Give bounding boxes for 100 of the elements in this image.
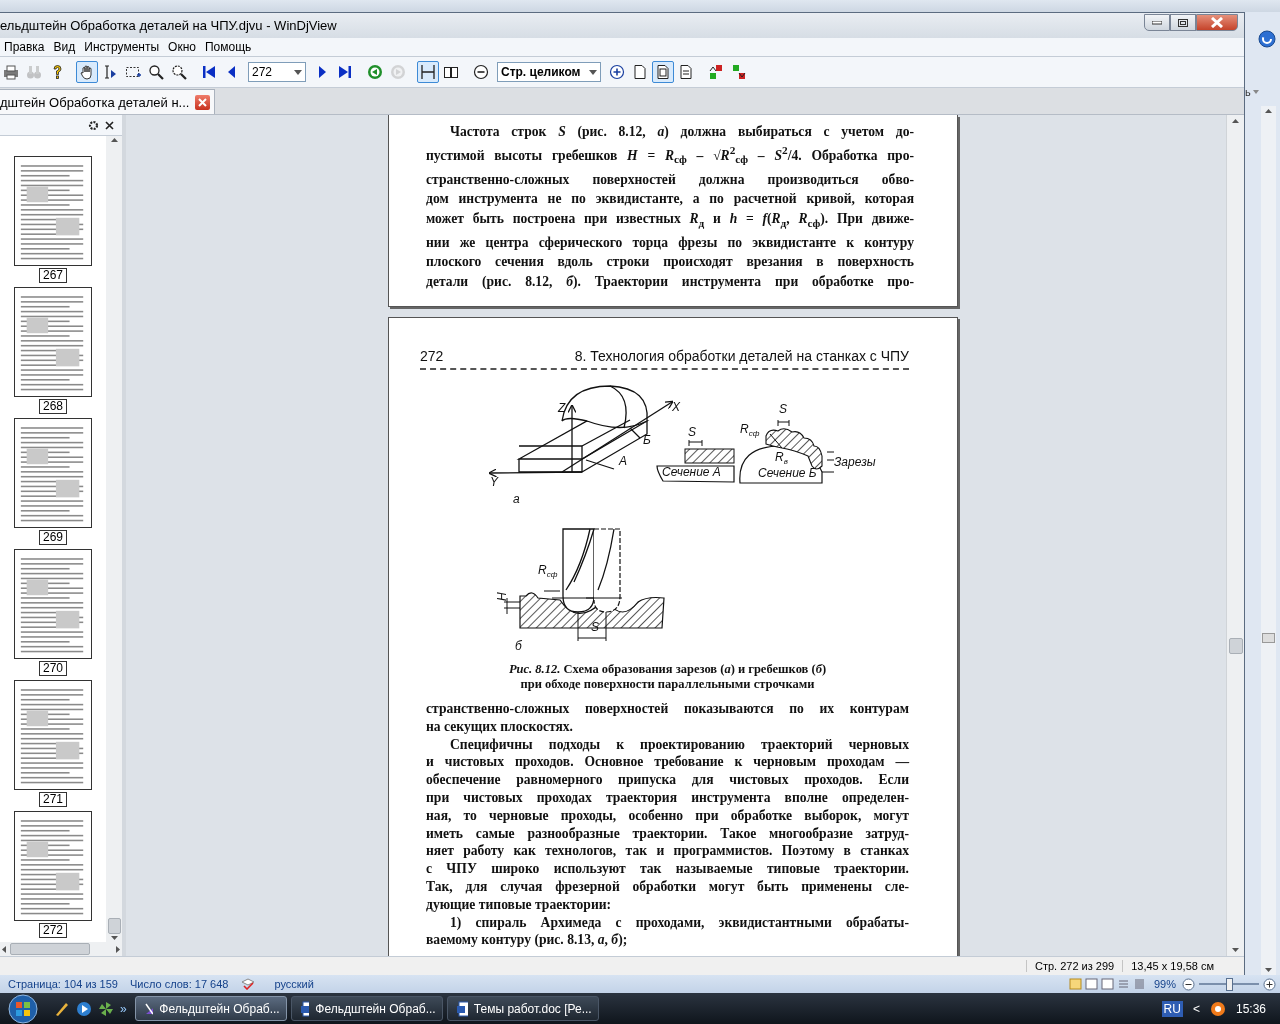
scrollbar-thumb[interactable]: [107, 918, 121, 934]
zoom-dropdown[interactable]: Стр. целиком: [497, 62, 601, 82]
menu-item[interactable]: Инструменты: [80, 40, 164, 54]
more-icon[interactable]: »: [120, 1001, 127, 1016]
page-thumbnail[interactable]: [14, 287, 92, 397]
toolbar-button[interactable]: [417, 61, 439, 83]
scroll-right-icon[interactable]: [116, 945, 120, 953]
hand-icon: [79, 64, 95, 80]
maximize-button[interactable]: [1170, 14, 1196, 31]
proofing-icon[interactable]: [240, 978, 257, 990]
paragraph: 1) спираль Архимеда с проходами, эквидистантными обрабаты- ваемому контуру (рис. 8.13, а, б);: [426, 913, 909, 950]
page-number: 271: [39, 792, 67, 807]
pinwheel-icon[interactable]: [98, 1000, 114, 1017]
language-indicator[interactable]: RU: [1161, 1000, 1183, 1017]
page-count[interactable]: Страница: 104 из 159: [8, 978, 130, 990]
taskbar-button[interactable]: Фельдштейн Обраб...: [290, 996, 443, 1021]
paragraph: Специфичны подходы к проектированию траекторий черновых и чистовых проходов. Основное требование к черновым проходам — обеспечение равномерного припуска для чистовых проходов. Если при чистовых проходах траектория инструмента вполне определен- ная, то черновые проходы, особенно при обработке выборок, могут иметь самые разнообразные траектории. Такое многообразие затруд- няет работу как технологов, так и программистов. Поэтому в станках с ЧПУ широко используют так называемые типовые траектории. Так, для случая фрезерной обработки могут быть применены сле- дующие типовые траектории:: [426, 735, 909, 914]
close-button[interactable]: [1196, 14, 1238, 31]
taskbar-button[interactable]: Темы работ.doc [Ре...: [446, 996, 599, 1021]
menu-item[interactable]: Помощь: [201, 40, 256, 54]
caret-icon: [1252, 90, 1259, 94]
tray-expand[interactable]: <: [1192, 1001, 1200, 1016]
page-number: 272: [39, 923, 67, 938]
toolbar-button[interactable]: [652, 61, 674, 83]
media-player-icon[interactable]: [76, 1000, 92, 1017]
figure-label: S: [779, 402, 787, 416]
language-label[interactable]: русский: [274, 978, 326, 990]
paragraph: Частота строк S (рис. 8.12, а) должна выбираться с учетом до- пустимой высоты гребешков H = R$_{сф}$ – √R$^{2}$$_{сф}$ – S$^{2}$/4. Обработка про- странственно-сложных поверхностей должна производиться обво- дом инструмента не по эквидистанте, а по расчетной кривой, которая может быть построена при известных R$_{д}$ и h = f(R$_{д}$, R$_{сф}$). При движе- нии же центра сферического торца фрезы по эквидистанте к контуру плоского сечения вдоль строки происходят врезания в поверхность детали (рис. 8.12, б). Траектории инструмента при обработке про-: [426, 123, 914, 291]
page-thumbnail[interactable]: [14, 418, 92, 528]
figure-label: Y: [490, 475, 498, 489]
page-number: 270: [39, 661, 67, 676]
zoom-in-icon[interactable]: [1263, 977, 1276, 991]
figure-label: S: [591, 620, 599, 634]
close-icon: [1210, 17, 1224, 28]
scroll-down-icon[interactable]: [110, 936, 118, 940]
ribbon-label[interactable]: ь: [1245, 86, 1251, 98]
fit-width-icon: [678, 64, 694, 80]
figure-label: H: [495, 592, 509, 601]
window-title: ельдштейн Обработка деталей на ЧПУ.djvu - WinDjView: [0, 18, 338, 33]
page-icon: [632, 64, 648, 80]
figure-label: б: [515, 639, 522, 653]
figure-label: Сечение Б: [758, 466, 817, 480]
fit-page-icon: [655, 64, 671, 80]
page-thumbnail[interactable]: [14, 680, 92, 790]
scroll-left-icon[interactable]: [2, 945, 6, 953]
figure-caption: Рис. 8.12. Схема образования зарезов (а) и гребешков (б) при обходе поверхности параллельными строчками: [507, 662, 828, 692]
scroll-up-icon[interactable]: [110, 138, 118, 142]
scroll-down-icon[interactable]: [1265, 968, 1272, 972]
page-thumbnail[interactable]: [14, 156, 92, 266]
menu-item[interactable]: Правка: [0, 40, 49, 54]
pen-icon[interactable]: [54, 1000, 70, 1017]
zoom-in-icon: [609, 64, 625, 80]
scrollbar-thumb[interactable]: [10, 943, 90, 955]
figure-label: A: [619, 454, 627, 468]
slider-thumb[interactable]: [1226, 977, 1233, 991]
reading-layout-icon[interactable]: [1084, 978, 1098, 990]
forward-arrow-icon: [390, 64, 406, 80]
first-page-icon: [201, 64, 217, 80]
browser-icon[interactable]: [1209, 1000, 1226, 1017]
toolbar-button[interactable]: [76, 61, 98, 83]
rotate-right-icon: [731, 64, 747, 80]
clock[interactable]: 15:36: [1235, 1001, 1266, 1016]
scrollbar-thumb[interactable]: [1228, 638, 1243, 654]
status-text: Стр. 272 из 299: [1026, 960, 1123, 972]
scroll-up-icon[interactable]: [1232, 119, 1239, 123]
word-count[interactable]: Число слов: 17 648: [130, 978, 241, 990]
page-number: 268: [39, 399, 67, 414]
taskbar-button[interactable]: Фельдштейн Обраб...: [134, 996, 287, 1021]
start-button[interactable]: [6, 993, 40, 1024]
zoom-percent[interactable]: 99%: [1153, 978, 1176, 990]
menu-item[interactable]: Вид: [49, 40, 80, 54]
continuous-pages-icon: [420, 64, 436, 80]
caret-icon: [589, 69, 597, 75]
zoom-out-icon[interactable]: [1182, 977, 1195, 991]
page-number-field[interactable]: 272: [248, 62, 306, 82]
dashed-rectangle-icon: [125, 64, 141, 80]
page-number: 272: [420, 348, 444, 364]
document-icon: [299, 1000, 310, 1017]
page-number: 267: [39, 268, 67, 283]
status-text: 13,45 x 19,58 см: [1122, 960, 1222, 972]
figure-label: R$_{сф}$: [538, 563, 558, 579]
figure-label: R$_{сф}$: [740, 422, 760, 438]
caret-icon: [294, 69, 302, 75]
scroll-up-icon[interactable]: [1265, 109, 1272, 113]
binoculars-icon: [26, 64, 42, 80]
page-thumbnail[interactable]: [14, 549, 92, 659]
gear-icon[interactable]: [88, 119, 99, 131]
close-icon[interactable]: [105, 120, 114, 130]
figure-label: X: [672, 400, 680, 414]
scrollbar-thumb[interactable]: [1262, 633, 1275, 643]
facing-pages-icon: [443, 64, 459, 80]
web-layout-icon[interactable]: [1100, 978, 1114, 990]
menu-item[interactable]: Окно: [164, 40, 200, 54]
magnifier-area-icon: [171, 64, 187, 80]
document-tab[interactable]: дштейн Обработка деталей н...: [0, 89, 216, 114]
help-icon[interactable]: [1258, 30, 1276, 48]
magnifier-icon: [148, 64, 164, 80]
page-thumbnail[interactable]: [14, 811, 92, 921]
scroll-down-icon[interactable]: [1232, 948, 1239, 952]
text-cursor-icon: [102, 64, 118, 80]
